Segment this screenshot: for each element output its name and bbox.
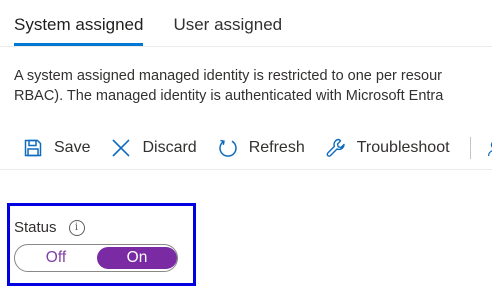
command-bar: Save Discard Refresh Troubleshoot [22,133,492,163]
description-line-1: A system assigned managed identity is re… [14,68,442,84]
toolbar-separator [469,137,471,159]
tabs-divider [0,46,492,47]
toolbar-divider [0,169,492,170]
status-field-label: Status i [14,219,85,236]
troubleshoot-button[interactable]: Troubleshoot [325,137,450,159]
refresh-icon [217,137,239,159]
discard-button[interactable]: Discard [110,137,197,159]
tab-user-assigned[interactable]: User assigned [173,0,282,46]
troubleshoot-label: Troubleshoot [356,139,450,156]
tab-system-assigned[interactable]: System assigned [14,0,144,46]
description: A system assigned managed identity is re… [14,66,492,106]
tab-bar: System assigned User assigned [14,0,312,46]
status-label: Status [14,219,57,236]
person-icon[interactable] [487,137,492,159]
wrench-icon [325,137,347,159]
refresh-button[interactable]: Refresh [217,137,305,159]
discard-label: Discard [142,139,197,156]
save-label: Save [54,139,91,156]
save-button[interactable]: Save [22,137,90,159]
refresh-label: Refresh [248,139,305,156]
toggle-on-option[interactable]: On [97,247,177,269]
toggle-off-option[interactable]: Off [17,245,95,271]
status-toggle[interactable]: Off On [14,244,178,272]
save-icon [22,137,44,159]
close-icon [110,137,132,159]
info-icon[interactable]: i [68,219,85,236]
description-line-2: RBAC). The managed identity is authentic… [14,88,444,104]
